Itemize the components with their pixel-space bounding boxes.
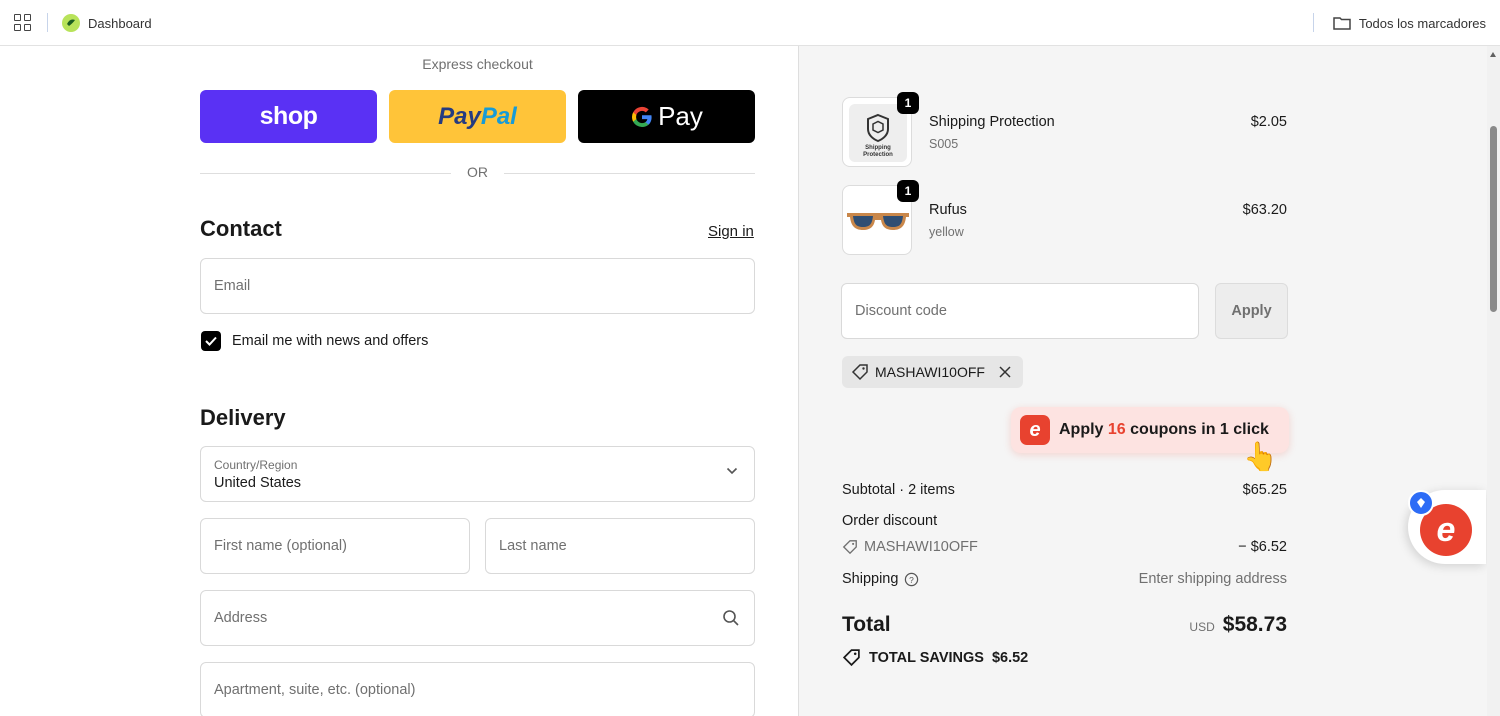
quantity-badge: 1: [897, 180, 919, 202]
item-price: $63.20: [1242, 202, 1287, 218]
first-name-field[interactable]: First name (optional): [200, 518, 470, 574]
apartment-placeholder: Apartment, suite, etc. (optional): [214, 682, 416, 698]
item-name: Rufus: [929, 202, 967, 218]
close-icon[interactable]: [997, 364, 1013, 380]
paypal-logo-part1: Pay: [438, 102, 481, 130]
google-g-icon: [632, 106, 652, 127]
address-field[interactable]: Address: [200, 590, 755, 646]
quantity-badge: 1: [897, 92, 919, 114]
discount-code-field[interactable]: Discount code: [841, 283, 1199, 339]
shipping-protection-thumb-text: Shipping Protection: [863, 145, 893, 158]
country-value: United States: [214, 475, 302, 491]
newsletter-checkbox[interactable]: [201, 331, 221, 351]
email-placeholder: Email: [214, 278, 251, 294]
savings-value: $6.52: [991, 649, 1029, 666]
total-amount: USD $58.73: [1189, 613, 1287, 637]
country-label: Country/Region: [214, 458, 298, 472]
divider: [1313, 13, 1314, 32]
item-variant: S005: [929, 137, 959, 151]
extension-badge-icon[interactable]: [1408, 490, 1434, 516]
subtotal-row: Subtotal · 2 items $65.25: [842, 482, 1287, 498]
scroll-up-arrow-icon[interactable]: [1490, 52, 1496, 57]
coupon-suffix: coupons in 1 click: [1130, 421, 1269, 438]
item-name: Shipping Protection: [929, 114, 1055, 130]
subtotal-value: $65.25: [1242, 482, 1287, 498]
shop-pay-button[interactable]: shop: [200, 90, 377, 143]
google-pay-label: Pay: [658, 101, 703, 131]
bookmark-dashboard[interactable]: Dashboard: [62, 12, 152, 34]
paypal-button[interactable]: Pay Pal: [389, 90, 566, 143]
last-name-placeholder: Last name: [499, 538, 567, 554]
shipping-label: Shipping: [842, 571, 899, 587]
newsletter-option[interactable]: Email me with news and offers: [201, 331, 428, 351]
shop-pay-logo: shop: [259, 102, 318, 130]
coupon-count: 16: [1107, 421, 1126, 438]
google-pay-button[interactable]: Pay: [578, 90, 755, 143]
check-icon: [205, 336, 217, 346]
chevron-down-icon: [726, 467, 738, 475]
country-select[interactable]: Country/Region United States: [200, 446, 755, 502]
all-bookmarks-label: Todos los marcadores: [1358, 15, 1486, 31]
or-divider: OR: [200, 164, 755, 184]
coupon-extension-logo-icon: e: [1020, 415, 1050, 445]
bookmarks-bar: Dashboard Todos los marcadores: [0, 0, 1500, 46]
shipping-protection-thumbnail: Shipping Protection 1: [842, 92, 919, 167]
applied-discount-code: MASHAWI10OFF: [875, 364, 985, 380]
total-savings: TOTAL SAVINGS $6.52: [842, 648, 1028, 667]
express-checkout-label: Express checkout: [422, 56, 533, 72]
shipping-value: Enter shipping address: [1138, 571, 1287, 587]
pointing-hand-icon: 👆: [1243, 441, 1278, 472]
discount-code-placeholder: Discount code: [855, 303, 947, 319]
order-discount-row: Order discount: [842, 513, 1287, 529]
tag-icon: [842, 649, 860, 667]
item-variant: yellow: [929, 225, 964, 239]
contact-heading: Contact: [200, 216, 282, 241]
order-summary-panel: Shipping Protection 1 Shipping Protectio…: [798, 46, 1487, 716]
last-name-field[interactable]: Last name: [485, 518, 755, 574]
apply-discount-button[interactable]: Apply: [1215, 283, 1288, 339]
or-label: OR: [467, 164, 488, 180]
item-price: $2.05: [1250, 114, 1287, 130]
all-bookmarks-folder[interactable]: Todos los marcadores: [1333, 12, 1486, 34]
dashboard-favicon-icon: [62, 14, 80, 32]
cart-item: Shipping Protection 1 Shipping Protectio…: [842, 92, 1287, 167]
newsletter-label: Email me with news and offers: [232, 333, 429, 349]
help-icon[interactable]: ?: [904, 572, 919, 587]
order-discount-label: Order discount: [842, 513, 938, 529]
paypal-logo-part2: Pal: [480, 102, 517, 130]
discount-value: − $6.52: [1238, 539, 1287, 555]
total-label: Total: [842, 613, 891, 636]
applied-discount-chip: MASHAWI10OFF: [842, 356, 1023, 388]
first-name-placeholder: First name (optional): [214, 538, 347, 554]
apps-grid-icon[interactable]: [14, 14, 31, 31]
folder-icon: [1333, 17, 1351, 30]
sunglasses-thumbnail: 1: [842, 180, 919, 255]
apartment-field[interactable]: Apartment, suite, etc. (optional): [200, 662, 755, 716]
address-placeholder: Address: [214, 610, 268, 626]
search-icon: [723, 610, 739, 626]
delivery-heading: Delivery: [200, 405, 286, 430]
tag-icon: [842, 540, 857, 555]
coupon-prefix: Apply: [1059, 421, 1104, 438]
subtotal-label: Subtotal · 2 items: [842, 482, 955, 498]
currency-code: USD: [1189, 620, 1215, 634]
cart-item: 1 Rufus yellow $63.20: [842, 180, 1287, 255]
sign-in-link[interactable]: Sign in: [708, 223, 754, 240]
checkout-form-panel: Express checkout shop Pay Pal Pay OR Cont…: [0, 46, 798, 716]
svg-text:?: ?: [910, 574, 915, 584]
scrollbar-thumb[interactable]: [1490, 126, 1497, 312]
tag-icon: [851, 364, 868, 381]
discount-code-row: MASHAWI10OFF − $6.52: [842, 539, 1287, 559]
savings-label: TOTAL SAVINGS: [869, 649, 984, 666]
shipping-row: Shipping ? Enter shipping address: [842, 571, 1287, 587]
discount-code-label: MASHAWI10OFF: [864, 539, 978, 555]
page-scrollbar[interactable]: [1487, 46, 1500, 716]
total-value: $58.73: [1222, 613, 1287, 636]
divider: [47, 13, 48, 32]
email-field[interactable]: Email: [200, 258, 755, 314]
bookmark-dashboard-label: Dashboard: [88, 15, 152, 31]
